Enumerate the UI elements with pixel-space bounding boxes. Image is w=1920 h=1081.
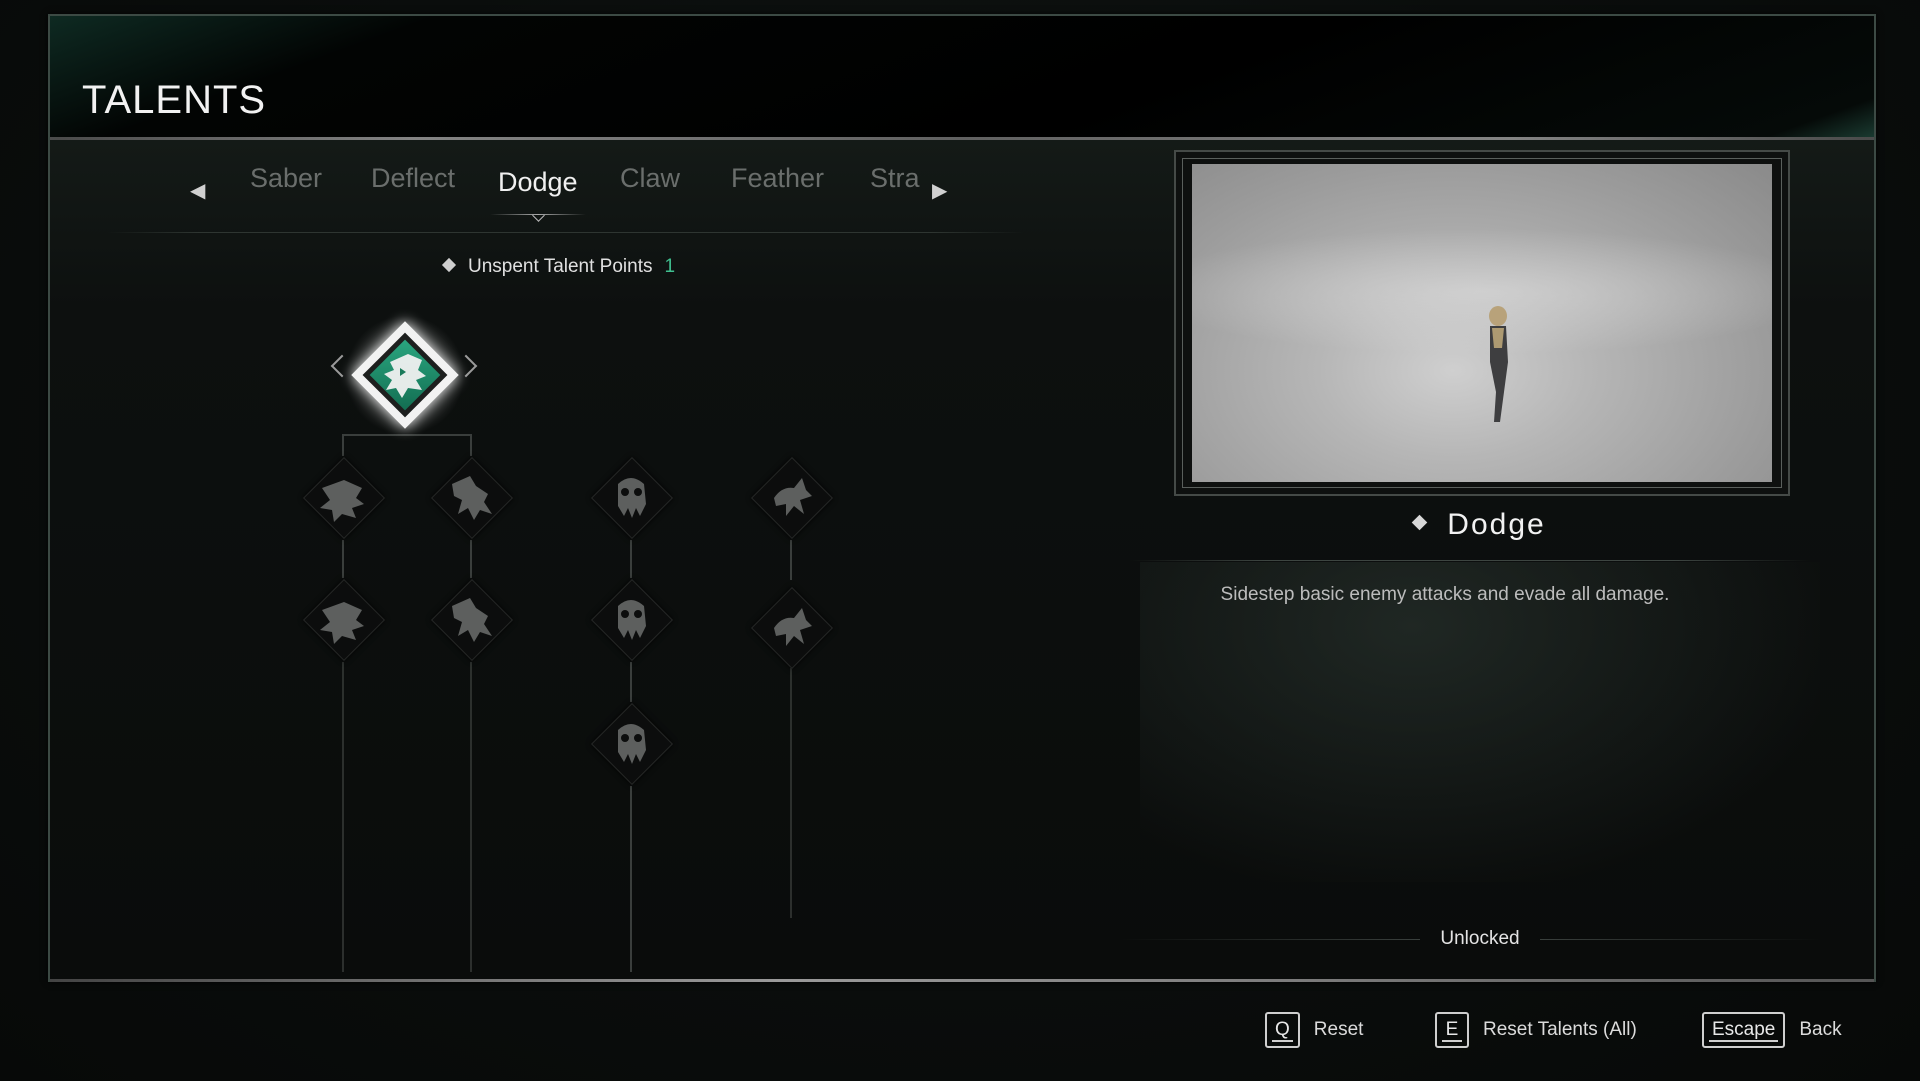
talent-preview-frame <box>1174 150 1790 496</box>
diamond-bullet-icon <box>1412 514 1428 531</box>
tree-connector <box>630 662 632 702</box>
reset-all-talents-button[interactable]: E Reset Talents (All) <box>1435 1010 1637 1050</box>
tree-connector <box>790 540 792 580</box>
talent-status: Unlocked <box>1120 928 1820 952</box>
talent-node-beast-1[interactable] <box>302 456 386 540</box>
back-button[interactable]: Escape Back <box>1702 1010 1842 1050</box>
talent-node-leap-1[interactable] <box>750 456 834 540</box>
talent-node-leap-2[interactable] <box>750 586 834 670</box>
skull-mask-icon <box>618 600 646 640</box>
detail-divider <box>1130 560 1810 561</box>
beast-head-icon <box>320 480 364 522</box>
talent-node-skull-1[interactable] <box>590 456 674 540</box>
status-divider-left <box>1120 939 1420 940</box>
skull-mask-icon <box>618 478 646 518</box>
skull-mask-icon <box>618 724 646 764</box>
reset-button[interactable]: Q Reset <box>1265 1010 1363 1050</box>
key-hints-bar: Q Reset E Reset Talents (All) Escape Bac… <box>0 1010 1920 1054</box>
keycap-e: E <box>1435 1012 1469 1048</box>
tree-connector <box>630 786 632 972</box>
talent-tree <box>0 0 1000 1000</box>
talent-node-dodge-root[interactable] <box>330 310 480 440</box>
status-divider-right <box>1540 939 1820 940</box>
tree-connector <box>342 662 344 972</box>
reset-label: Reset <box>1313 1019 1364 1040</box>
leaping-figure-icon <box>774 478 812 516</box>
talent-detail-title-text: Dodge <box>1447 508 1546 541</box>
beast-head-icon <box>320 602 364 644</box>
talent-status-text: Unlocked <box>1440 928 1520 949</box>
tree-connector <box>470 540 472 578</box>
talent-node-skull-2[interactable] <box>590 578 674 662</box>
talent-node-crouch-1[interactable] <box>430 456 514 540</box>
talent-description: Sidestep basic enemy attacks and evade a… <box>1220 584 1670 605</box>
talent-node-beast-2[interactable] <box>302 578 386 662</box>
character-figure <box>1489 306 1508 422</box>
reset-all-label: Reset Talents (All) <box>1483 1019 1637 1040</box>
tree-connector <box>470 662 472 972</box>
back-label: Back <box>1799 1019 1842 1040</box>
tree-connector <box>342 540 344 578</box>
crouching-figure-icon <box>452 476 492 520</box>
crouching-figure-icon <box>452 598 492 642</box>
keycap-escape: Escape <box>1702 1012 1786 1048</box>
description-background <box>1140 562 1820 882</box>
keycap-q: Q <box>1265 1012 1300 1048</box>
leaping-figure-icon <box>774 608 812 646</box>
dodge-preview-image <box>1192 164 1772 482</box>
tree-connector <box>790 668 792 918</box>
tree-connector <box>630 540 632 578</box>
beast-head-icon <box>384 354 426 398</box>
talent-node-skull-3[interactable] <box>590 702 674 786</box>
talent-node-crouch-2[interactable] <box>430 578 514 662</box>
talent-detail-title: Dodge <box>1174 508 1786 542</box>
